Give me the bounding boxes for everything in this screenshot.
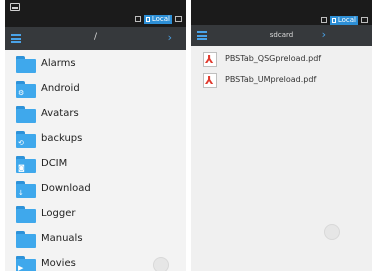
picture-status-icon xyxy=(175,16,182,22)
status-icons: Local xyxy=(134,14,182,24)
picture-status-icon xyxy=(361,17,368,23)
folder-row[interactable]: Logger xyxy=(5,202,186,227)
pdf-file-icon: ⅄ xyxy=(203,52,217,67)
app-bar: sdcard › xyxy=(191,25,372,46)
square-status-icon xyxy=(320,17,327,23)
folder-settings-icon: ⚙ xyxy=(16,81,36,98)
folder-name: Manuals xyxy=(41,233,83,244)
folder-name: DCIM xyxy=(41,158,68,169)
folder-name: Android xyxy=(41,83,80,94)
folder-name: Download xyxy=(41,183,91,194)
right-screen: Local sdcard › ⅄ PBSTab_QSGpreload.pdf ⅄ PB… xyxy=(191,0,372,271)
square-status-icon xyxy=(134,16,141,22)
storage-local-badge: Local xyxy=(329,15,358,25)
phone-icon xyxy=(145,16,150,22)
storage-local-label: Local xyxy=(151,14,170,23)
folder-row[interactable]: ↓ Download xyxy=(5,177,186,202)
status-bar: Local xyxy=(5,0,186,27)
file-row[interactable]: ⅄ PBSTab_UMpreload.pdf xyxy=(191,71,372,92)
status-icons: Local xyxy=(320,15,368,25)
chevron-right-icon[interactable]: › xyxy=(322,28,326,41)
image-notification-icon xyxy=(10,3,20,11)
folder-backup-icon: ⟲ xyxy=(16,131,36,148)
app-bar: / › xyxy=(5,27,186,50)
scroll-handle[interactable] xyxy=(153,257,169,271)
folder-download-icon: ↓ xyxy=(16,181,36,198)
left-screen: Local / › Alarms ⚙ Android Avatars ⟲ backups ◙… xyxy=(5,0,186,271)
file-name: PBSTab_QSGpreload.pdf xyxy=(225,54,322,63)
file-list: ⅄ PBSTab_QSGpreload.pdf ⅄ PBSTab_UMpreload.… xyxy=(191,50,372,92)
folder-name: Movies xyxy=(41,258,76,269)
folder-name: backups xyxy=(41,133,83,144)
folder-row[interactable]: Alarms xyxy=(5,52,186,77)
folder-icon xyxy=(16,106,36,123)
status-bar: Local xyxy=(191,0,372,27)
folder-name: Avatars xyxy=(41,108,79,119)
folder-icon xyxy=(16,231,36,248)
folder-row[interactable]: ⚙ Android xyxy=(5,77,186,102)
folder-movie-icon: ▶ xyxy=(16,256,36,271)
folder-icon xyxy=(16,206,36,223)
scroll-handle[interactable] xyxy=(324,224,340,240)
folder-row[interactable]: Avatars xyxy=(5,102,186,127)
folder-row[interactable]: Manuals xyxy=(5,227,186,252)
folder-row[interactable]: ◙ DCIM xyxy=(5,152,186,177)
storage-local-label: Local xyxy=(337,15,356,24)
pdf-file-icon: ⅄ xyxy=(203,73,217,88)
folder-name: Alarms xyxy=(41,58,76,69)
current-path: sdcard xyxy=(269,31,294,39)
folder-list: Alarms ⚙ Android Avatars ⟲ backups ◙ DCIM ↓ Downl… xyxy=(5,52,186,271)
storage-local-badge: Local xyxy=(143,14,172,24)
file-name: PBSTab_UMpreload.pdf xyxy=(225,75,317,84)
chevron-right-icon[interactable]: › xyxy=(168,31,172,44)
menu-icon[interactable] xyxy=(11,34,21,43)
folder-row[interactable]: ⟲ backups xyxy=(5,127,186,152)
phone-icon xyxy=(331,17,336,23)
folder-icon xyxy=(16,56,36,73)
folder-camera-icon: ◙ xyxy=(16,156,36,173)
file-row[interactable]: ⅄ PBSTab_QSGpreload.pdf xyxy=(191,50,372,71)
current-path: / xyxy=(93,32,98,42)
folder-name: Logger xyxy=(41,208,76,219)
menu-icon[interactable] xyxy=(197,31,207,40)
